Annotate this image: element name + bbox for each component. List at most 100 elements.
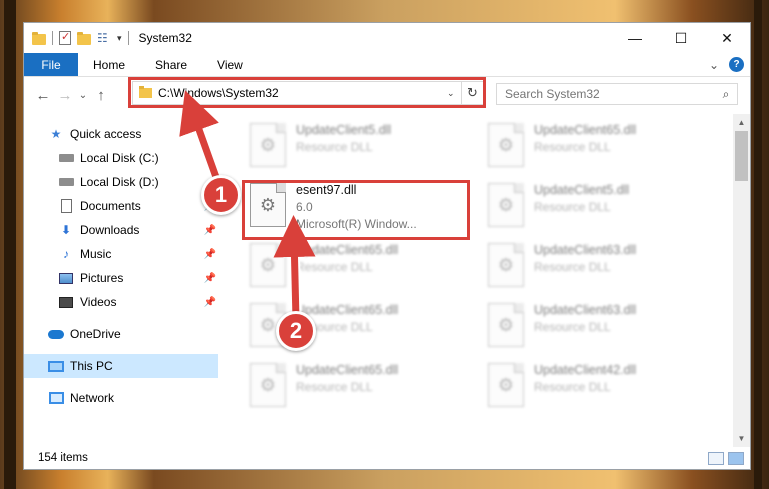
file-name: UpdateClient5.dll [534,183,630,197]
large-icons-view-icon[interactable] [728,452,744,465]
forward-button[interactable]: → [54,87,76,104]
back-button[interactable]: ← [32,87,54,104]
file-list: ⚙ UpdateClient5.dll Resource DLL ⚙ Updat… [218,114,750,447]
file-name: UpdateClient65.dll [534,123,637,137]
dll-file-icon: ⚙ [488,243,524,287]
pin-icon[interactable]: 📌 [204,297,216,308]
sidebar-item-onedrive[interactable]: OneDrive [24,322,218,346]
close-button[interactable]: ✕ [704,23,750,53]
file-type: Resource DLL [534,380,611,394]
ribbon-tabs: File Home Share View ⌄ ? [24,53,750,77]
sidebar-item-this-pc[interactable]: This PC [24,354,218,378]
file-item[interactable]: ⚙ UpdateClient63.dll Resource DLL [484,300,714,356]
file-item[interactable]: ⚙ UpdateClient5.dll Resource DLL [484,180,714,236]
documents-icon [60,199,72,213]
dll-file-icon: ⚙ [488,123,524,167]
minimize-button[interactable]: — [612,23,658,53]
file-item[interactable]: ⚙ UpdateClient42.dll Resource DLL [484,360,714,416]
quick-access-toolbar: ☷ ▾ [32,30,129,45]
star-icon: ★ [50,127,62,141]
address-path[interactable]: C:\Windows\System32 [158,86,447,100]
navigation-pane: ★ Quick access Local Disk (C:) Local Dis… [24,114,218,447]
vertical-scrollbar[interactable]: ▲ ▼ [733,114,750,447]
tab-view[interactable]: View [202,53,258,76]
pin-icon[interactable]: 📌 [204,225,216,236]
sidebar-item-label: Music [80,247,112,261]
file-item[interactable]: ⚙ UpdateClient63.dll Resource DLL [484,240,714,296]
scrollbar-thumb[interactable] [735,131,748,181]
sidebar-item-label: Quick access [70,127,142,141]
sidebar-item-network[interactable]: Network [24,386,218,410]
file-version: 6.0 [296,200,313,214]
file-name: UpdateClient65.dll [296,303,399,317]
sidebar-item-pictures[interactable]: Pictures 📌 [24,266,218,290]
scroll-down-icon[interactable]: ▼ [733,430,750,447]
file-name: UpdateClient42.dll [534,363,637,377]
address-dropdown-icon[interactable]: ⌄ [447,88,461,99]
sidebar-item-label: Downloads [80,223,140,237]
file-description: Microsoft(R) Window... [296,217,417,231]
file-type: Resource DLL [534,260,611,274]
scroll-up-icon[interactable]: ▲ [733,114,750,131]
file-type: Resource DLL [296,260,373,274]
sidebar-item-downloads[interactable]: ⬇ Downloads 📌 [24,218,218,242]
folder-icon [139,86,152,98]
sidebar-item-label: This PC [70,359,113,373]
background-tree [754,0,762,489]
search-input[interactable] [505,87,715,101]
expand-ribbon-icon[interactable]: ⌄ [709,58,719,72]
details-view-icon[interactable] [708,452,724,465]
file-type: Resource DLL [296,140,373,154]
sidebar-item-documents[interactable]: Documents 📌 [24,194,218,218]
dll-file-icon: ⚙ [250,243,286,287]
folder-icon [32,31,46,45]
sidebar-item-videos[interactable]: Videos 📌 [24,290,218,314]
callout-badge-1: 1 [201,175,241,215]
maximize-button[interactable]: ☐ [658,23,704,53]
file-item[interactable]: ⚙ UpdateClient5.dll Resource DLL [246,120,476,176]
properties-icon[interactable] [59,30,71,45]
file-item[interactable]: ⚙ UpdateClient65.dll Resource DLL [484,120,714,176]
drive-icon [58,154,74,162]
recent-locations-button[interactable]: ⌄ [76,90,90,101]
file-type: Resource DLL [534,320,611,334]
sidebar-item-label: Local Disk (C:) [80,151,159,165]
address-bar[interactable]: C:\Windows\System32 ⌄ ↻ [132,81,484,105]
background-tree [4,0,16,489]
tab-share[interactable]: Share [140,53,202,76]
sidebar-item-label: OneDrive [70,327,121,341]
sidebar-item-local-disk-d[interactable]: Local Disk (D:) [24,170,218,194]
network-icon [48,392,64,404]
refresh-button[interactable]: ↻ [461,82,483,104]
sidebar-item-local-disk-c[interactable]: Local Disk (C:) [24,146,218,170]
pin-icon[interactable]: 📌 [204,273,216,284]
search-box[interactable]: ⌕ [496,83,738,105]
onedrive-icon [48,329,64,339]
file-type: Resource DLL [534,140,611,154]
sidebar-item-music[interactable]: ♪ Music 📌 [24,242,218,266]
file-name: UpdateClient65.dll [296,243,399,257]
status-bar: 154 items [24,447,750,469]
file-name: UpdateClient63.dll [534,243,637,257]
tab-file[interactable]: File [24,53,78,76]
file-type: Resource DLL [296,380,373,394]
help-icon[interactable]: ? [729,57,744,72]
file-item-esent97[interactable]: ⚙ esent97.dll 6.0 Microsoft(R) Window... [246,180,476,236]
file-type: Resource DLL [534,200,611,214]
customize-view-icon[interactable]: ☷ [97,31,111,45]
videos-icon [59,296,73,308]
sidebar-item-label: Pictures [80,271,124,285]
file-name: UpdateClient65.dll [296,363,399,377]
new-folder-icon[interactable] [77,31,91,45]
pin-icon[interactable]: 📌 [204,249,216,260]
file-explorer-window: ☷ ▾ System32 — ☐ ✕ File Home Share View … [23,22,751,470]
up-button[interactable]: ↑ [90,87,112,104]
toolbar-dropdown-icon[interactable]: ▾ [117,33,122,44]
tab-home[interactable]: Home [78,53,140,76]
file-item[interactable]: ⚙ UpdateClient65.dll Resource DLL [246,360,476,416]
search-icon[interactable]: ⌕ [715,87,737,102]
sidebar-item-label: Network [70,391,115,405]
window-title: System32 [138,31,192,45]
file-item[interactable]: ⚙ UpdateClient65.dll Resource DLL [246,240,476,296]
sidebar-item-quick-access[interactable]: ★ Quick access [24,122,218,146]
